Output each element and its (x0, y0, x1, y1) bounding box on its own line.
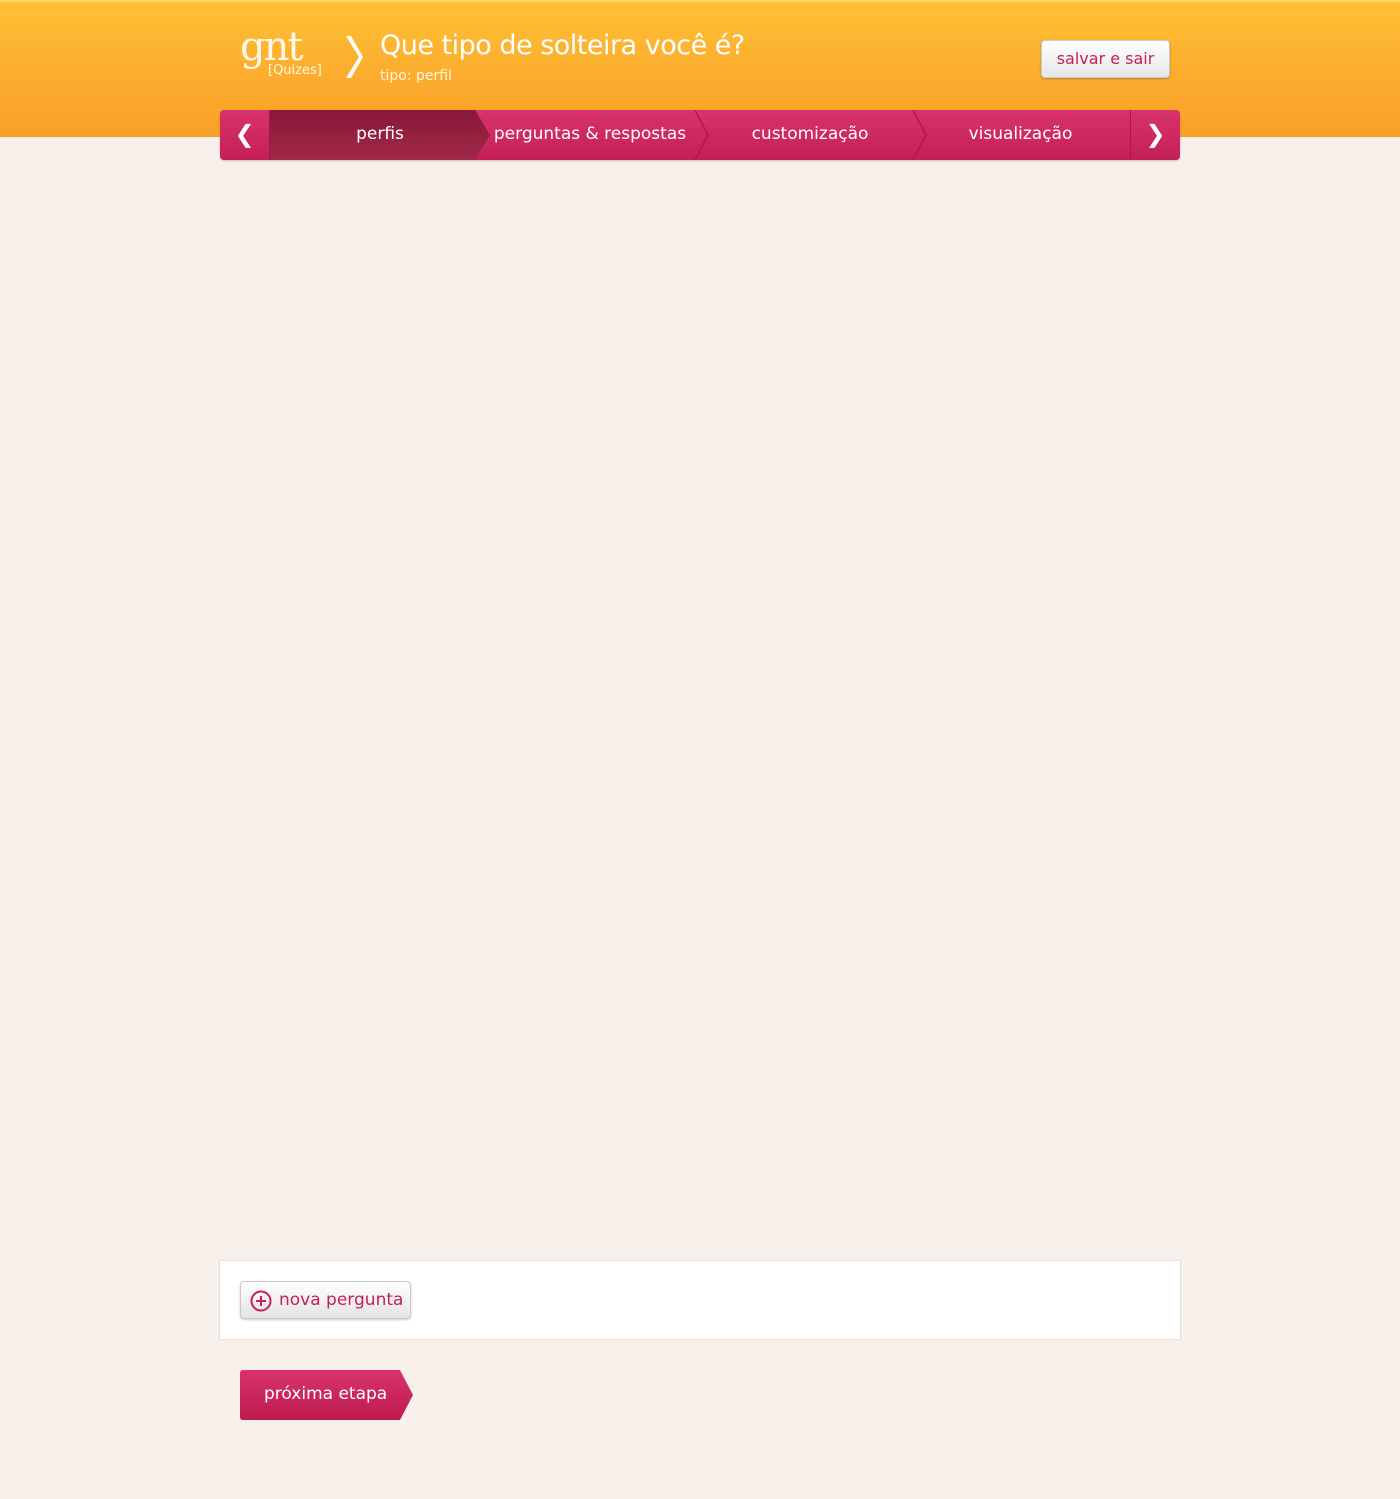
step-divider (912, 110, 927, 160)
quiz-type-label: tipo: perfil (380, 68, 452, 84)
logo-subtitle: [Quizes] (268, 63, 322, 78)
page-title: Que tipo de solteira você é? (380, 30, 745, 61)
tab-label: visualização (968, 124, 1073, 144)
tab-label: customização (751, 124, 869, 144)
tab-perguntas-respostas[interactable]: perguntas & respostas (490, 110, 690, 160)
tab-label: perguntas & respostas (493, 124, 687, 144)
save-and-exit-button[interactable]: salvar e sair (1041, 40, 1170, 78)
plus-circle-icon (250, 1290, 272, 1312)
gnt-quizes-logo[interactable]: gnt [Quizes] (240, 24, 330, 86)
tab-label: perfis (356, 124, 404, 144)
arrow-right-icon[interactable]: ❯ (1130, 110, 1180, 160)
steps-navigation: ❮ perfis perguntas & respostas customiza… (220, 110, 1180, 160)
chevron-right-icon (346, 36, 363, 78)
tab-perfis[interactable]: perfis (270, 110, 490, 160)
tab-visualizacao[interactable]: visualização (928, 110, 1113, 160)
next-step-label: próxima etapa (264, 1384, 388, 1404)
next-step-button[interactable]: próxima etapa (240, 1370, 414, 1420)
new-question-button[interactable]: nova pergunta (240, 1281, 411, 1319)
step-divider (694, 110, 709, 160)
questions-panel: nova pergunta (219, 1260, 1181, 1340)
tab-customizacao[interactable]: customização (710, 110, 910, 160)
arrow-left-icon[interactable]: ❮ (220, 110, 270, 160)
new-question-label: nova pergunta (279, 1290, 404, 1310)
